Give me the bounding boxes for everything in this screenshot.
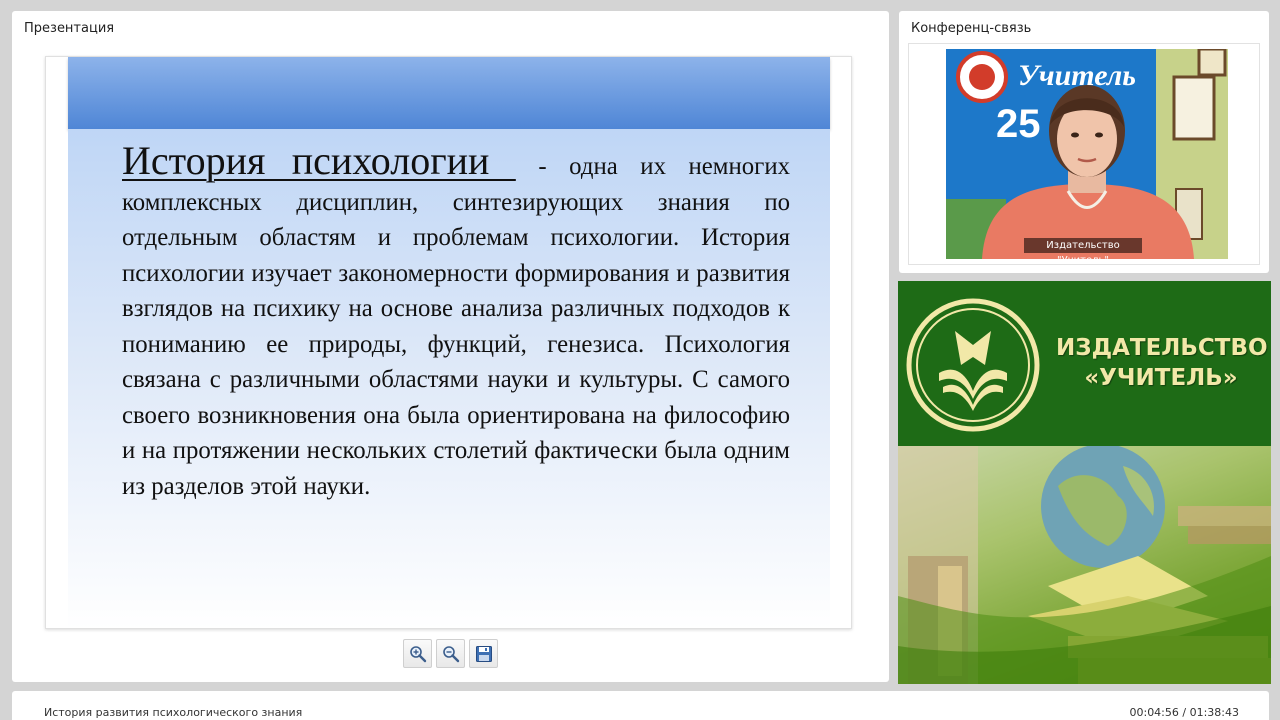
zoom-in-icon [409,645,426,662]
floppy-disk-icon [475,645,492,662]
slide-body-text: - одна их немногих комплексных дисциплин… [122,153,791,500]
publisher-name: ИЗДАТЕЛЬСТВО «УЧИТЕЛЬ» [1056,333,1268,393]
zoom-out-icon [442,645,459,662]
publisher-logo-icon [906,298,1040,432]
publisher-name-line2: «УЧИТЕЛЬ» [1084,365,1238,391]
playback-time: 00:04:56 / 01:38:43 [1129,706,1239,719]
presentation-slide: История психологии - одна их немногих ко… [45,56,852,629]
footer-bar: История развития психологического знания… [12,691,1269,720]
slide-heading: История психологии [122,138,516,183]
lecture-title: История развития психологического знания [44,706,303,719]
conference-panel: Конференц-связь Учитель 25 Издательство [899,11,1269,273]
slide-header-band [68,57,830,129]
publisher-banner: ИЗДАТЕЛЬСТВО «УЧИТЕЛЬ» [898,281,1271,684]
slide-text: История психологии - одна их немногих ко… [122,141,791,504]
publisher-name-line1: ИЗДАТЕЛЬСТВО [1056,335,1268,361]
speaker-video: Учитель 25 Издательство "Учитель" [946,49,1228,259]
books-globe-illustration [898,444,1271,684]
slide-toolbar [403,639,498,668]
video-sign-number: 25 [996,102,1041,146]
presentation-panel: Презентация История психологии - одна их… [12,11,889,682]
presentation-panel-title: Презентация [24,21,115,36]
video-caption: Издательство "Учитель" [1024,238,1142,259]
zoom-in-button[interactable] [403,639,432,668]
publisher-banner-top: ИЗДАТЕЛЬСТВО «УЧИТЕЛЬ» [898,281,1271,446]
speaker-video-scene: Учитель 25 [946,49,1228,259]
conference-panel-title: Конференц-связь [911,21,1032,36]
video-frame[interactable]: Учитель 25 Издательство "Учитель" [908,43,1260,265]
zoom-out-button[interactable] [436,639,465,668]
save-button[interactable] [469,639,498,668]
publisher-books-image [898,444,1271,684]
